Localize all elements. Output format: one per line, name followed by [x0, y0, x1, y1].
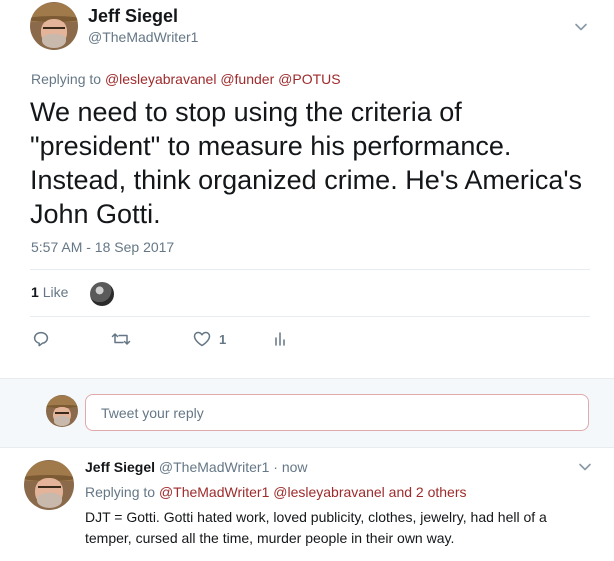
- mention-link[interactable]: @POTUS: [278, 71, 340, 87]
- reply-author-handle[interactable]: @TheMadWriter1: [159, 459, 269, 475]
- author-avatar[interactable]: [30, 2, 78, 50]
- separator-dot: ·: [273, 459, 278, 475]
- reply-input[interactable]: [85, 394, 589, 431]
- divider: [30, 316, 590, 317]
- reply-timestamp[interactable]: now: [282, 459, 308, 475]
- reply-header: Jeff Siegel @TheMadWriter1 · now: [85, 459, 308, 475]
- retweet-icon: [111, 331, 131, 347]
- heart-icon: [193, 331, 211, 347]
- replying-to-label: Replying to: [85, 484, 156, 500]
- mention-link[interactable]: @TheMadWriter1: [159, 484, 269, 500]
- analytics-icon: [274, 331, 288, 347]
- likes-stat[interactable]: 1 Like: [31, 284, 68, 300]
- like-button[interactable]: 1: [193, 331, 226, 347]
- current-user-avatar: [46, 395, 78, 427]
- mention-link[interactable]: @funder: [220, 71, 274, 87]
- reply-author-name[interactable]: Jeff Siegel: [85, 459, 155, 475]
- tweet-timestamp[interactable]: 5:57 AM - 18 Sep 2017: [31, 239, 174, 255]
- reply-button[interactable]: [33, 331, 49, 347]
- reply-tweet-text: DJT = Gotti. Gotti hated work, loved pub…: [85, 509, 547, 546]
- author-handle[interactable]: @TheMadWriter1: [88, 29, 198, 45]
- mention-link[interactable]: @lesleyabravanel: [105, 71, 217, 87]
- retweet-button[interactable]: [111, 331, 131, 347]
- replying-to-label: Replying to: [31, 71, 102, 87]
- divider: [30, 269, 590, 270]
- author-name[interactable]: Jeff Siegel: [88, 6, 178, 27]
- liker-avatar[interactable]: [90, 282, 114, 306]
- likes-count: 1: [31, 284, 39, 300]
- replying-to: Replying to @lesleyabravanel @funder @PO…: [31, 71, 341, 87]
- others-link[interactable]: and 2 others: [389, 484, 467, 500]
- like-count: 1: [219, 331, 227, 347]
- chevron-down-icon[interactable]: [574, 20, 588, 34]
- chevron-down-icon[interactable]: [578, 460, 592, 474]
- mention-link[interactable]: @lesleyabravanel: [273, 484, 385, 500]
- likes-label: Like: [42, 284, 69, 300]
- tweet-detail-view: Jeff Siegel @TheMadWriter1 Replying to @…: [0, 0, 614, 561]
- reply-icon: [33, 331, 49, 347]
- main-tweet: Jeff Siegel @TheMadWriter1 Replying to @…: [0, 0, 614, 378]
- reply-replying-to: Replying to @TheMadWriter1 @lesleyabrava…: [85, 484, 467, 500]
- analytics-button[interactable]: [274, 331, 288, 347]
- tweet-text: We need to stop using the criteria of "p…: [30, 97, 583, 229]
- reply-author-avatar[interactable]: [24, 460, 74, 510]
